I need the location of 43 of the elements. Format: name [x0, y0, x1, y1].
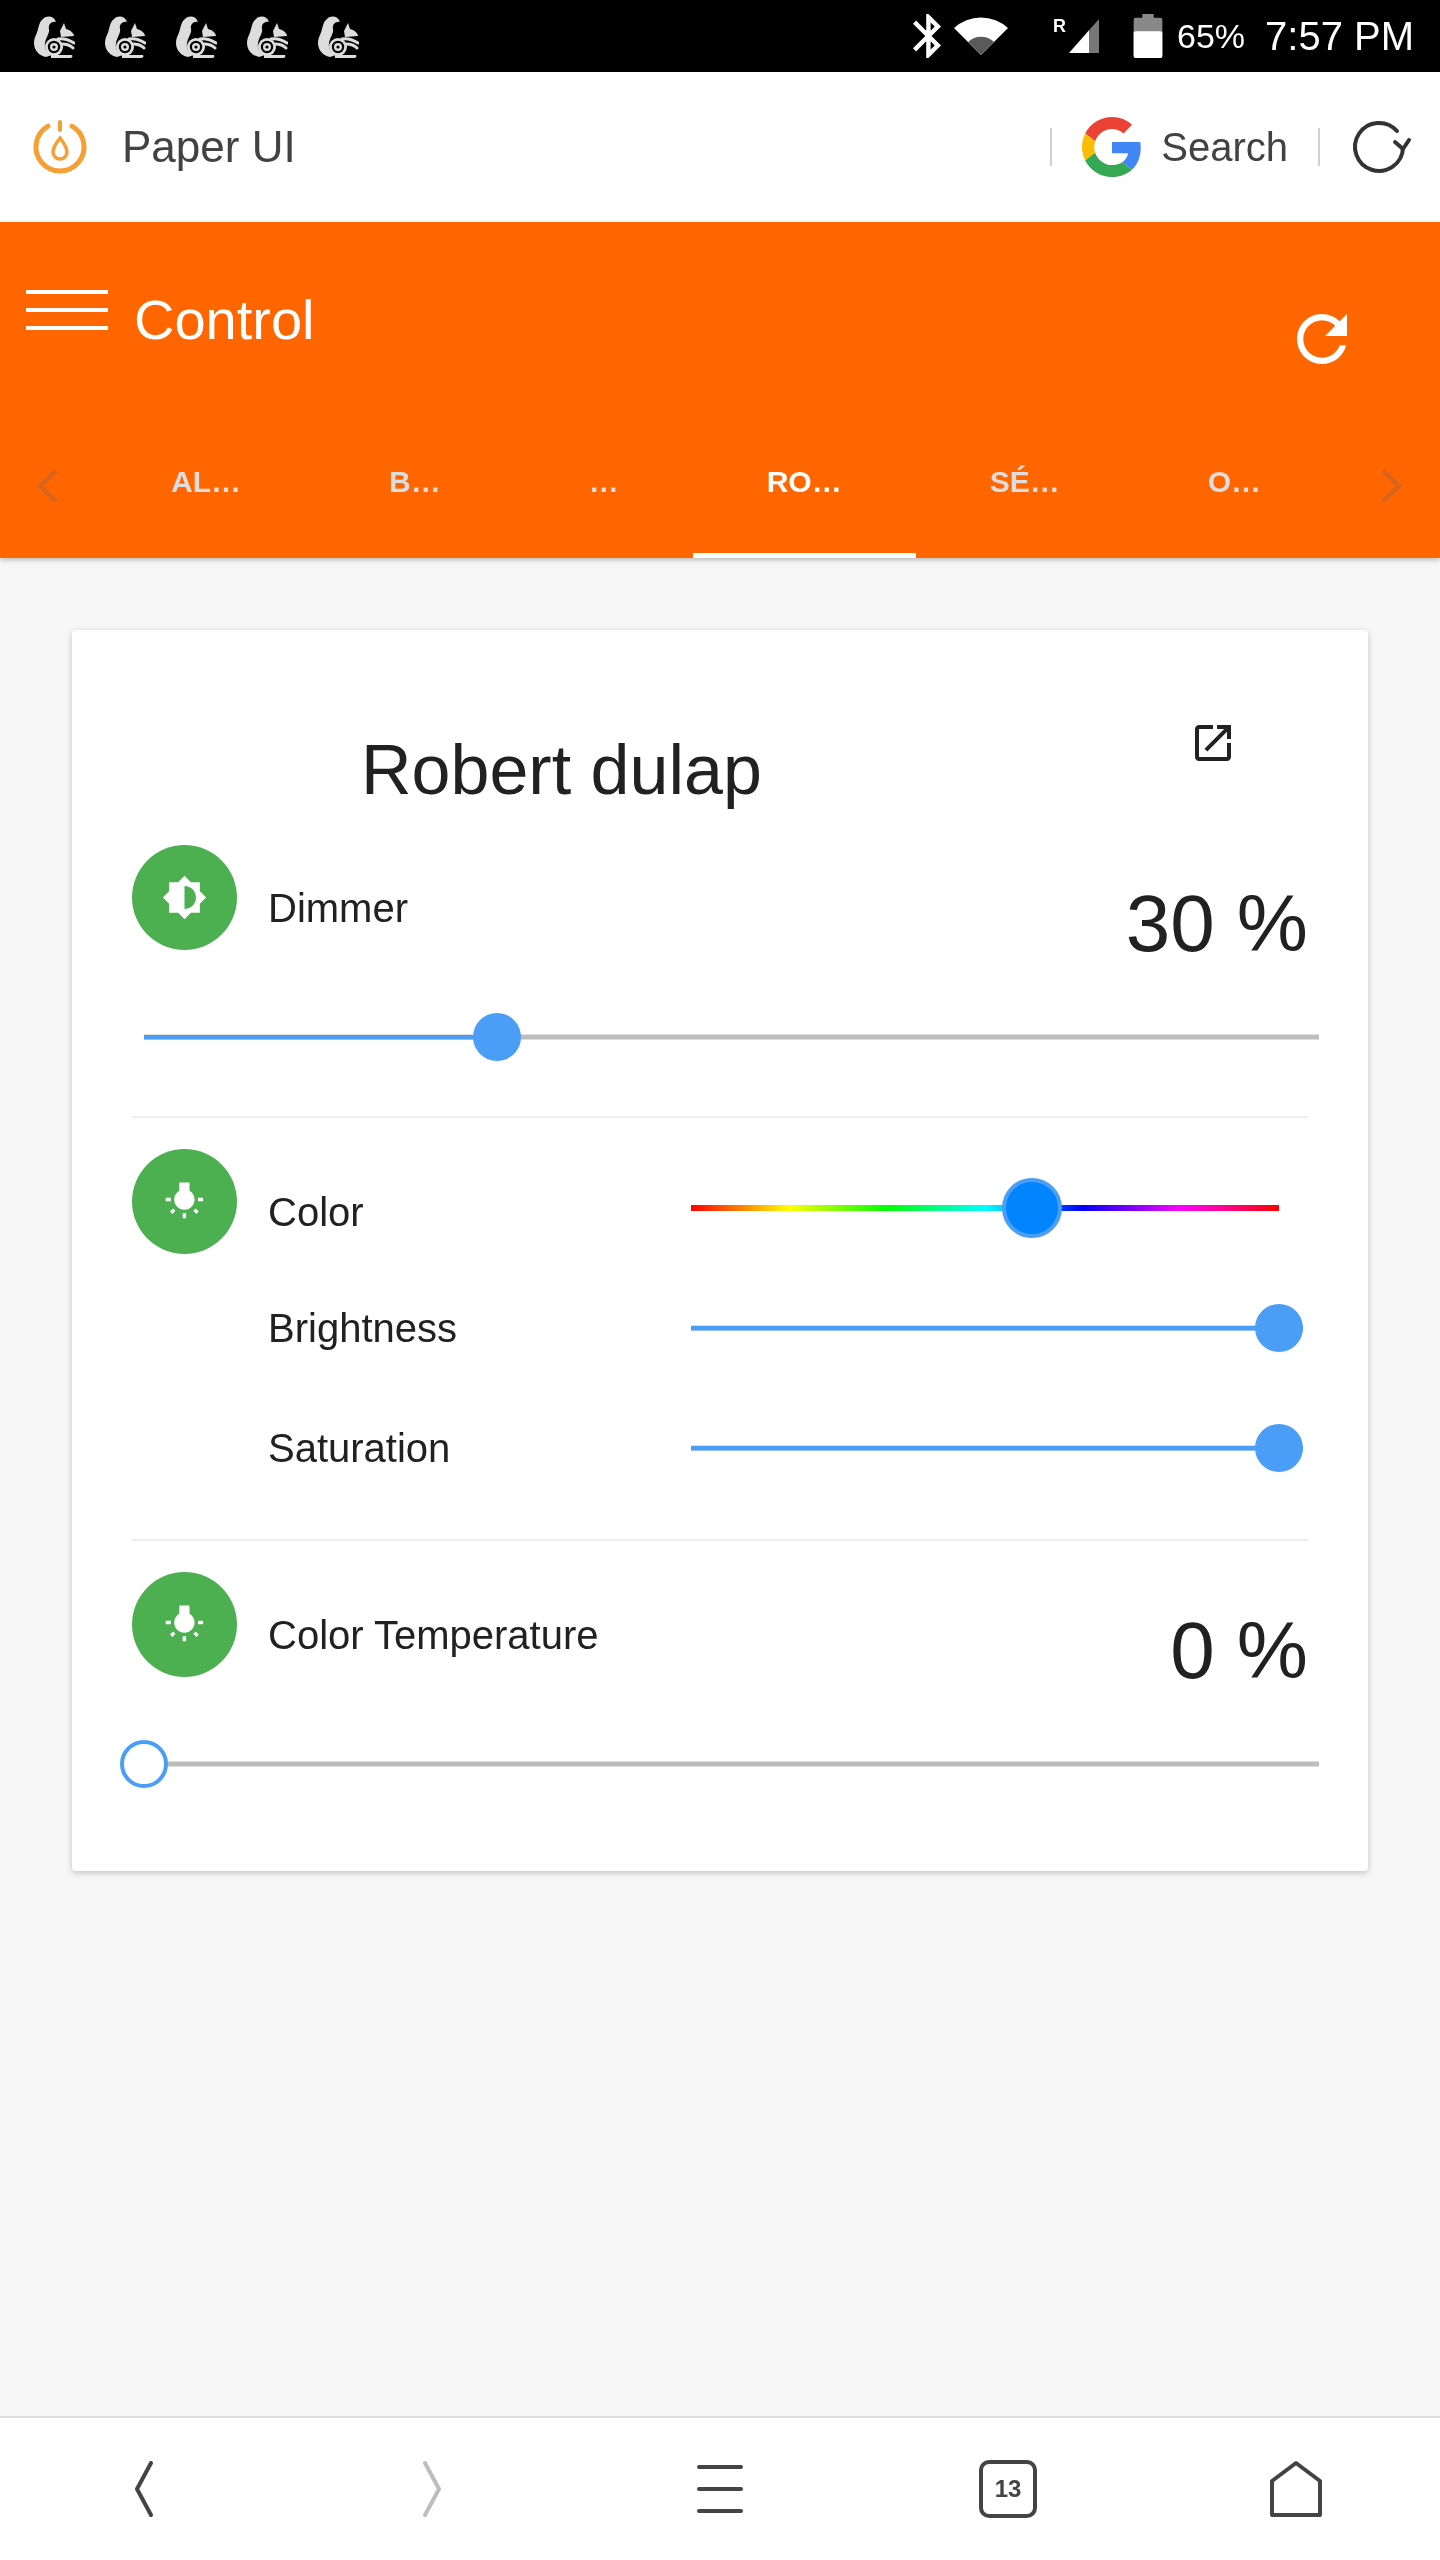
battery-icon [1132, 14, 1163, 58]
tab[interactable]: AL… [97, 441, 315, 558]
slider-thumb[interactable] [1255, 1424, 1303, 1472]
squirrel-icon [31, 14, 75, 58]
wifi-icon [952, 17, 1009, 55]
home-icon[interactable] [1268, 2459, 1324, 2519]
control-label: Brightness [268, 1308, 457, 1348]
search-button[interactable]: Search [1082, 117, 1288, 177]
menu-icon[interactable] [697, 2463, 743, 2515]
reload-icon[interactable] [1350, 118, 1412, 176]
control-label: Dimmer [268, 888, 408, 928]
squirrel-icon [102, 14, 146, 58]
value-reading: 0 % [1170, 1611, 1308, 1691]
tab[interactable]: SÉ… [915, 441, 1134, 558]
control-label: Saturation [268, 1428, 451, 1468]
roaming-label: R [1052, 17, 1066, 35]
tab[interactable]: O… [1133, 441, 1336, 558]
squirrel-icon [315, 14, 359, 58]
signal-icon [1066, 17, 1101, 55]
page-heading: Control [134, 292, 315, 348]
page-title: Paper UI [122, 125, 296, 169]
g-logo-icon [1082, 117, 1143, 177]
tabs-button[interactable]: 13 [979, 2460, 1037, 2518]
clock-time: 7:57 PM [1265, 16, 1414, 56]
bluetooth-icon [912, 14, 941, 58]
squirrel-icon [244, 14, 288, 58]
external-link-icon[interactable] [1195, 725, 1231, 761]
slider-thumb[interactable] [1255, 1304, 1303, 1352]
back-icon[interactable] [133, 2461, 155, 2517]
slider-thumb[interactable] [472, 1013, 521, 1061]
lightbulb-icon [132, 1572, 237, 1677]
tab[interactable]: B… [315, 441, 515, 558]
tab[interactable]: … [514, 441, 693, 558]
control-label: Color [268, 1192, 364, 1232]
battery-percent: 65% [1176, 19, 1246, 53]
brightness-icon [132, 845, 237, 950]
slider-thumb[interactable] [120, 1740, 168, 1788]
squirrel-icon [173, 14, 217, 58]
refresh-icon[interactable] [1297, 314, 1347, 364]
value-reading: 30 % [1125, 884, 1308, 964]
lightbulb-icon [132, 1149, 237, 1254]
droplet-logo-icon [32, 119, 88, 175]
control-label: Color Temperature [268, 1615, 599, 1655]
